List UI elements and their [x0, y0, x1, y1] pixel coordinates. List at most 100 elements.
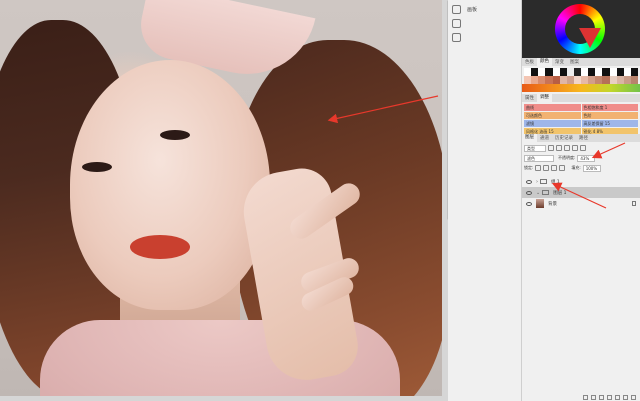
tab-pattern[interactable]: 图案 — [567, 59, 582, 65]
library-icon — [452, 32, 461, 42]
kind-filter-select[interactable]: 类型 — [524, 144, 546, 152]
tab-paths[interactable]: 路径 — [576, 135, 591, 141]
filter-type-icon[interactable] — [564, 145, 570, 151]
new-group-icon[interactable] — [615, 394, 620, 400]
swatch[interactable] — [573, 76, 581, 84]
swatch[interactable] — [559, 68, 567, 76]
lock-pixels-icon[interactable] — [535, 165, 542, 171]
color-triangle[interactable] — [579, 28, 601, 48]
swatch[interactable] — [524, 68, 532, 76]
strip-item-adjust[interactable] — [448, 16, 522, 30]
strip-item-label: 画板 — [467, 6, 478, 13]
layer-name: 图层 1 — [553, 190, 567, 196]
action-button[interactable]: 色相饱和度 1 — [581, 104, 638, 111]
filter-shape-icon[interactable] — [572, 145, 578, 151]
image-canvas[interactable] — [0, 0, 442, 396]
swatch[interactable] — [531, 76, 539, 84]
swatch[interactable] — [538, 76, 546, 84]
photo-lips — [130, 235, 190, 259]
action-button[interactable]: 色阶 — [581, 112, 638, 119]
layer-row[interactable]: 背景 — [522, 198, 640, 209]
swatch[interactable] — [573, 68, 581, 76]
color-panel-tabs: 色板 颜色 渐变 图案 — [522, 58, 640, 66]
swatch[interactable] — [566, 68, 574, 76]
swatch[interactable] — [566, 76, 574, 84]
swatch[interactable] — [602, 76, 610, 84]
fx-icon[interactable] — [591, 394, 596, 400]
filter-pixel-icon[interactable] — [548, 145, 554, 151]
adjustment-layer-icon[interactable] — [607, 394, 612, 400]
mask-icon[interactable] — [599, 394, 604, 400]
layer-name: 组 1 — [551, 179, 560, 185]
swatch[interactable] — [602, 68, 610, 76]
blend-mode-bar: 滤色 不透明度: 43% — [524, 154, 638, 162]
swatch[interactable] — [552, 76, 560, 84]
tab-color[interactable]: 颜色 — [537, 58, 552, 66]
swatch[interactable] — [531, 68, 539, 76]
swatch[interactable] — [609, 68, 617, 76]
folder-icon — [542, 190, 550, 195]
swatch[interactable] — [588, 68, 596, 76]
chevron-down-icon[interactable]: ⌄ — [536, 190, 540, 196]
swatch[interactable] — [609, 76, 617, 84]
swatch[interactable] — [538, 68, 546, 76]
strip-item-library[interactable] — [448, 30, 522, 44]
action-button[interactable]: 滤镜 — [524, 120, 581, 127]
lock-fill-bar: 锁定: 填充: 100% — [524, 164, 638, 172]
opacity-input[interactable]: 43% — [577, 154, 596, 162]
lock-icon — [632, 201, 636, 206]
swatch[interactable] — [545, 76, 553, 84]
swatch[interactable] — [581, 76, 589, 84]
swatch[interactable] — [524, 76, 532, 84]
filter-adjust-icon[interactable] — [556, 145, 562, 151]
tab-history[interactable]: 历史记录 — [552, 135, 576, 141]
link-icon[interactable] — [583, 394, 588, 400]
tab-layers[interactable]: 图层 — [522, 134, 537, 142]
filter-smart-icon[interactable] — [580, 145, 586, 151]
blend-mode-select[interactable]: 滤色 — [524, 154, 554, 162]
lock-artboard-icon[interactable] — [551, 165, 558, 171]
canvas-horizontal-scrollbar[interactable] — [0, 396, 448, 401]
visibility-eye-icon[interactable] — [526, 201, 532, 206]
color-wheel[interactable] — [555, 4, 605, 54]
swatch[interactable] — [630, 68, 638, 76]
color-wheel-panel[interactable] — [522, 0, 640, 58]
lock-all-icon[interactable] — [559, 165, 566, 171]
new-layer-icon[interactable] — [623, 394, 628, 400]
swatch[interactable] — [630, 76, 638, 84]
visibility-eye-icon[interactable] — [526, 179, 532, 184]
swatch[interactable] — [595, 76, 603, 84]
swatch[interactable] — [616, 68, 624, 76]
lock-position-icon[interactable] — [543, 165, 550, 171]
tab-properties[interactable]: 属性 — [522, 95, 537, 101]
swatch[interactable] — [545, 68, 553, 76]
swatch[interactable] — [552, 68, 560, 76]
swatch[interactable] — [623, 76, 631, 84]
swatch[interactable] — [595, 68, 603, 76]
history-icon — [452, 4, 461, 14]
panel-icon-strip: 画板 — [448, 0, 522, 401]
action-button[interactable]: 可选颜色 — [524, 112, 581, 119]
layer-name: 背景 — [548, 201, 557, 207]
visibility-eye-icon[interactable] — [526, 190, 532, 195]
swatch[interactable] — [616, 76, 624, 84]
action-button[interactable]: 曲线 — [524, 104, 581, 111]
gradient-strip[interactable] — [522, 84, 640, 92]
tab-adjustments[interactable]: 调整 — [537, 94, 552, 102]
layer-row[interactable]: ⌄ 图层 1 — [522, 187, 640, 198]
swatch[interactable] — [623, 68, 631, 76]
tab-gradient[interactable]: 渐变 — [552, 59, 567, 65]
action-button[interactable]: 高反差保留 15 — [581, 120, 638, 127]
swatch[interactable] — [581, 68, 589, 76]
trash-icon[interactable] — [631, 394, 636, 400]
swatch-row-2 — [524, 76, 638, 84]
swatch[interactable] — [559, 76, 567, 84]
tab-swatches[interactable]: 色板 — [522, 59, 537, 65]
strip-item-artboard[interactable]: 画板 — [448, 2, 522, 16]
layer-row[interactable]: › 组 1 — [522, 176, 640, 187]
swatch-row-1 — [524, 68, 638, 76]
tab-channels[interactable]: 通道 — [537, 135, 552, 141]
chevron-right-icon[interactable]: › — [536, 179, 538, 185]
fill-input[interactable]: 100% — [582, 164, 601, 172]
swatch[interactable] — [588, 76, 596, 84]
